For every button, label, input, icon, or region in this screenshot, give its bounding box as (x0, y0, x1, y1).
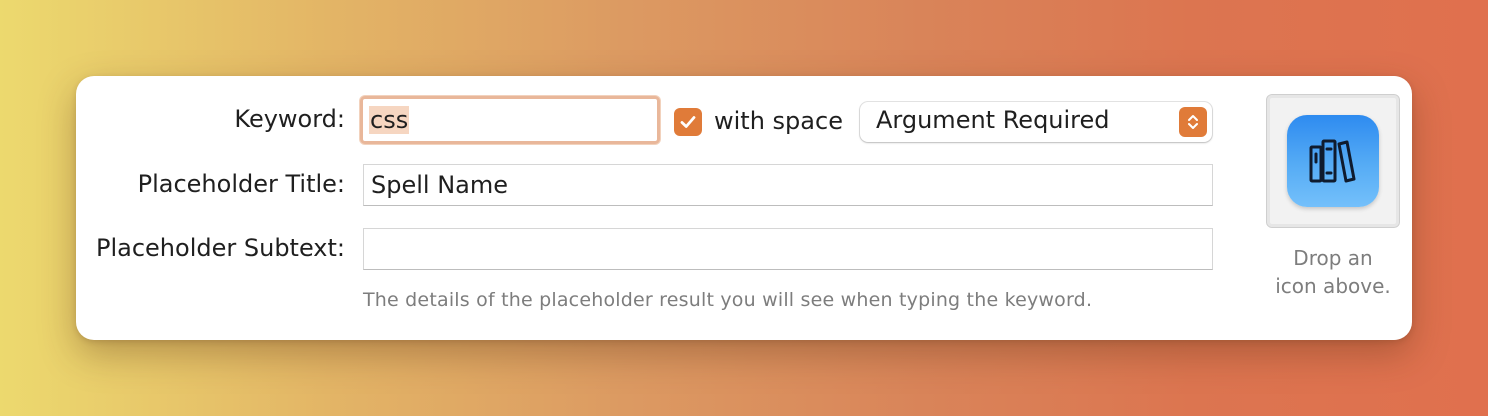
keyword-label: Keyword: (234, 105, 345, 133)
checkmark-icon (680, 116, 696, 128)
drop-hint-line2: icon above. (1275, 274, 1391, 298)
with-space-label[interactable]: with space (714, 107, 843, 135)
books-icon (1287, 115, 1379, 207)
placeholder-title-input[interactable]: Spell Name (363, 164, 1213, 206)
with-space-checkbox[interactable] (674, 108, 702, 136)
select-arrows-icon[interactable] (1179, 107, 1207, 137)
placeholder-subtext-input[interactable] (363, 228, 1213, 270)
keyword-settings-panel: Keyword: css with space Argument Require… (76, 76, 1412, 340)
placeholder-subtext-label: Placeholder Subtext: (96, 234, 345, 262)
placeholder-title-value: Spell Name (371, 171, 509, 199)
drop-icon-hint: Drop an icon above. (1266, 244, 1400, 300)
keyword-value: css (369, 106, 410, 134)
drop-hint-line1: Drop an (1293, 246, 1373, 270)
placeholder-title-label: Placeholder Title: (137, 170, 345, 198)
argument-select[interactable]: Argument Required (860, 102, 1212, 142)
keyword-input[interactable]: css (360, 96, 660, 144)
icon-drop-well[interactable] (1266, 94, 1400, 228)
argument-select-value: Argument Required (876, 106, 1110, 134)
help-text: The details of the placeholder result yo… (363, 289, 1093, 311)
